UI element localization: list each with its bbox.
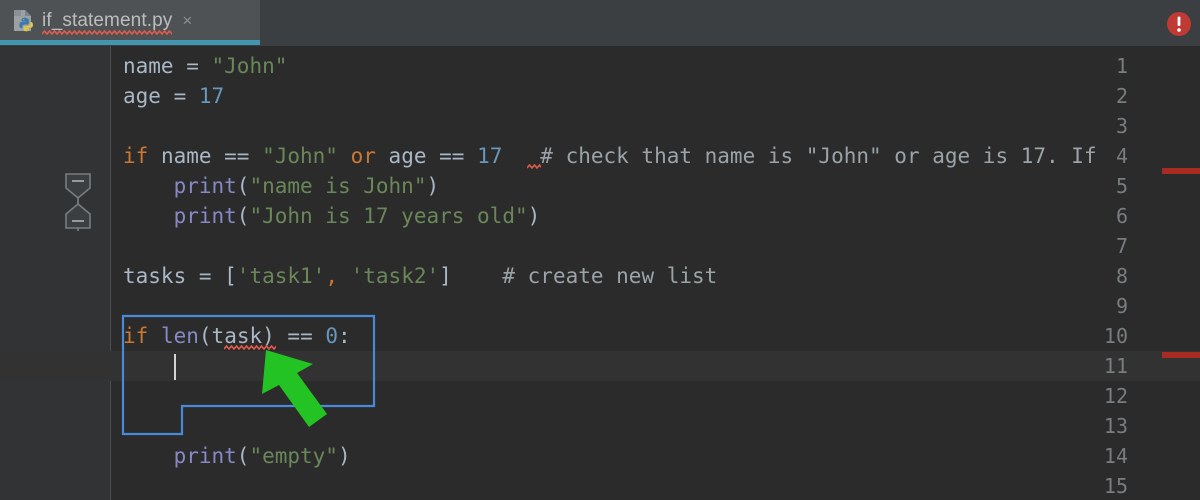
code-token: age (375, 144, 440, 168)
code-line[interactable]: print("empty") (111, 441, 1200, 471)
code-token: = [ (186, 264, 237, 288)
code-line[interactable]: if name == "John" or age == 17 # check t… (111, 141, 1200, 171)
error-squiggle-line-10 (224, 345, 277, 351)
error-stripe-line-11[interactable] (1162, 352, 1200, 358)
code-token: : (338, 324, 351, 348)
code-content[interactable]: name = "John" age = 17 if name == "John" o… (111, 46, 1200, 500)
code-token: "John" (211, 54, 288, 78)
code-token: print (173, 444, 237, 468)
code-token: ) (337, 444, 351, 468)
code-token: == (287, 324, 326, 348)
text-caret (173, 354, 176, 380)
code-token: ( (236, 174, 250, 198)
code-token: 0 (325, 324, 339, 348)
code-token: ) (426, 174, 440, 198)
code-token: # check that name is "John" or age is 17… (502, 144, 1097, 168)
error-badge[interactable] (1166, 11, 1192, 37)
code-line[interactable] (111, 381, 1200, 411)
code-token: name (148, 144, 225, 168)
code-token: 'task2' (350, 264, 440, 288)
code-token: "name is John" (249, 174, 427, 198)
code-line[interactable] (111, 411, 1200, 441)
code-token: == (439, 144, 478, 168)
code-editor[interactable]: 1 2 3 4 5 6 7 8 9 10 11 12 13 14 15 name = "John" age =… (0, 46, 1200, 500)
code-token: print (173, 204, 237, 228)
code-token: "empty" (249, 444, 338, 468)
code-line[interactable]: name = "John" (111, 51, 1200, 81)
code-line[interactable] (111, 231, 1200, 261)
tab-filename-text: if_statement.py (42, 9, 173, 31)
fold-marker-line-5 (65, 173, 91, 200)
code-token: tasks (123, 264, 187, 288)
code-token: "John" (262, 144, 338, 168)
tab-if-statement-py[interactable]: if_statement.py × (0, 0, 260, 41)
code-fold-markers[interactable] (0, 46, 110, 500)
ide-window: if_statement.py × 1 2 3 4 5 6 7 8 9 10 11 12 13 14 15 … (0, 0, 1200, 500)
code-line[interactable] (111, 471, 1200, 500)
code-token: ( (198, 324, 212, 348)
code-token: 17 (198, 84, 225, 108)
code-token: # create new list (451, 264, 718, 288)
code-line[interactable] (111, 291, 1200, 321)
error-squiggle-line-4 (527, 164, 542, 170)
code-token: 17 (477, 144, 503, 168)
tab-filename-error-squiggle (42, 29, 173, 35)
python-file-icon (12, 9, 34, 33)
code-token: == (224, 144, 263, 168)
code-token: ( (236, 444, 250, 468)
tab-filename: if_statement.py (42, 9, 173, 35)
code-token: ) (527, 204, 541, 228)
code-token: or (350, 144, 376, 168)
code-line[interactable]: age = 17 (111, 81, 1200, 111)
code-token: age (123, 84, 161, 108)
fold-marker-line-6 (65, 202, 91, 229)
code-line[interactable]: print("John is 17 years old") (111, 201, 1200, 231)
active-tab-underline (0, 40, 260, 45)
code-token: , (325, 264, 338, 288)
editor-tab-bar: if_statement.py × (0, 0, 1200, 46)
code-token: 'task1' (236, 264, 326, 288)
error-stripe-line-4[interactable] (1162, 168, 1200, 174)
code-token: if (123, 324, 149, 348)
code-token: = (160, 84, 199, 108)
code-token: len (160, 324, 199, 348)
code-line[interactable]: print("name is John") (111, 171, 1200, 201)
code-token: ] (439, 264, 452, 288)
code-token: print (173, 174, 237, 198)
code-line[interactable] (111, 351, 1200, 381)
code-line[interactable] (111, 111, 1200, 141)
code-line[interactable]: tasks = ['task1', 'task2'] # create new … (111, 261, 1200, 291)
code-token: "John is 17 years old" (249, 204, 528, 228)
tab-close-icon[interactable]: × (182, 12, 192, 29)
code-token: name (123, 54, 174, 78)
code-token: ( (236, 204, 250, 228)
code-token: if (123, 144, 149, 168)
code-token: = (173, 54, 212, 78)
